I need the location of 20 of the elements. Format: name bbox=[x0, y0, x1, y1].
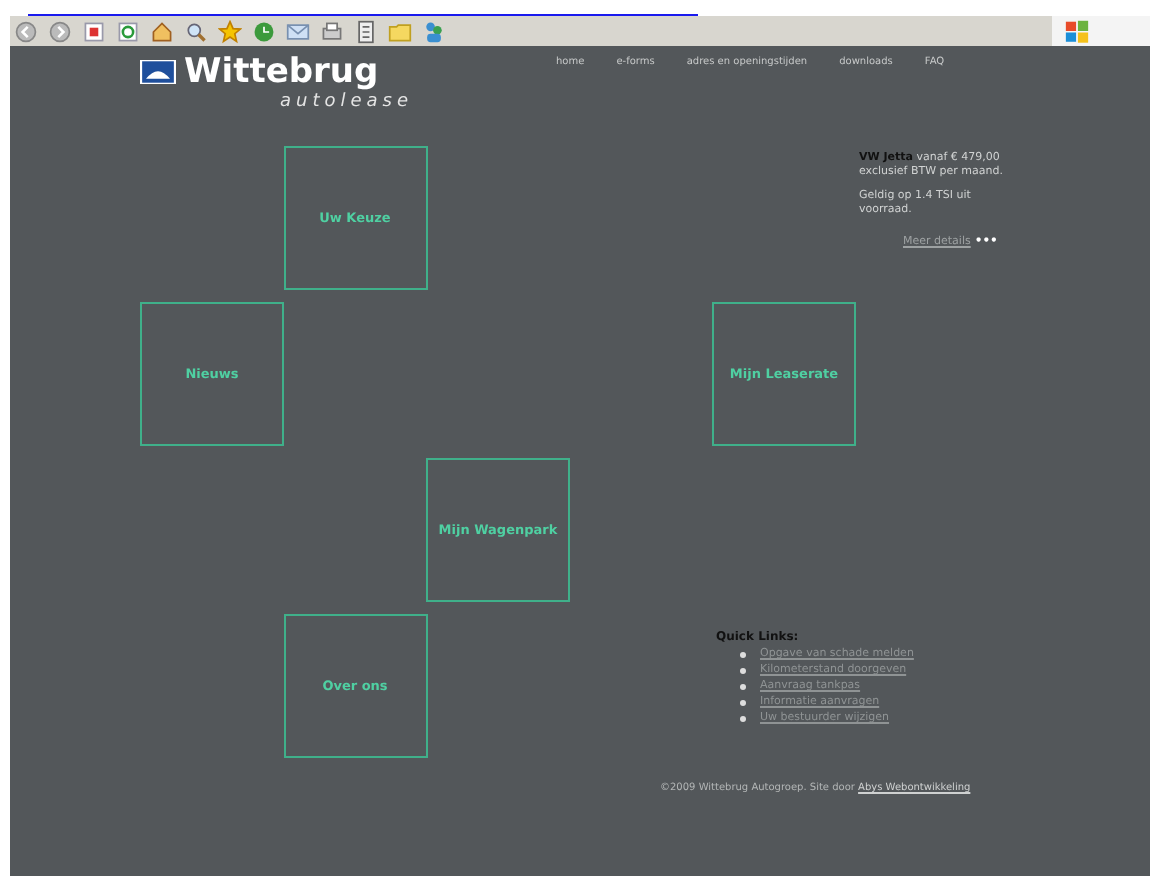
star-icon[interactable] bbox=[218, 19, 242, 43]
bullet-icon bbox=[740, 651, 746, 657]
brand-name: Wittebrug bbox=[184, 54, 379, 90]
stop-icon[interactable] bbox=[82, 19, 106, 43]
people-icon[interactable] bbox=[422, 19, 446, 43]
brand-tagline: autolease bbox=[278, 90, 416, 114]
bullet-icon bbox=[740, 683, 746, 689]
printer-icon[interactable] bbox=[320, 19, 344, 43]
refresh-icon[interactable] bbox=[116, 19, 140, 43]
search-icon[interactable] bbox=[184, 19, 208, 43]
document-icon[interactable] bbox=[354, 19, 378, 43]
mail-icon[interactable] bbox=[286, 19, 310, 43]
back-icon[interactable] bbox=[14, 19, 38, 43]
bullet-icon bbox=[740, 667, 746, 673]
windows-flag-icon bbox=[1064, 18, 1090, 44]
bridge-icon bbox=[140, 60, 176, 84]
forward-icon[interactable] bbox=[48, 19, 72, 43]
bullet-icon bbox=[740, 699, 746, 705]
history-icon[interactable] bbox=[252, 19, 276, 43]
bullet-icon bbox=[740, 715, 746, 721]
